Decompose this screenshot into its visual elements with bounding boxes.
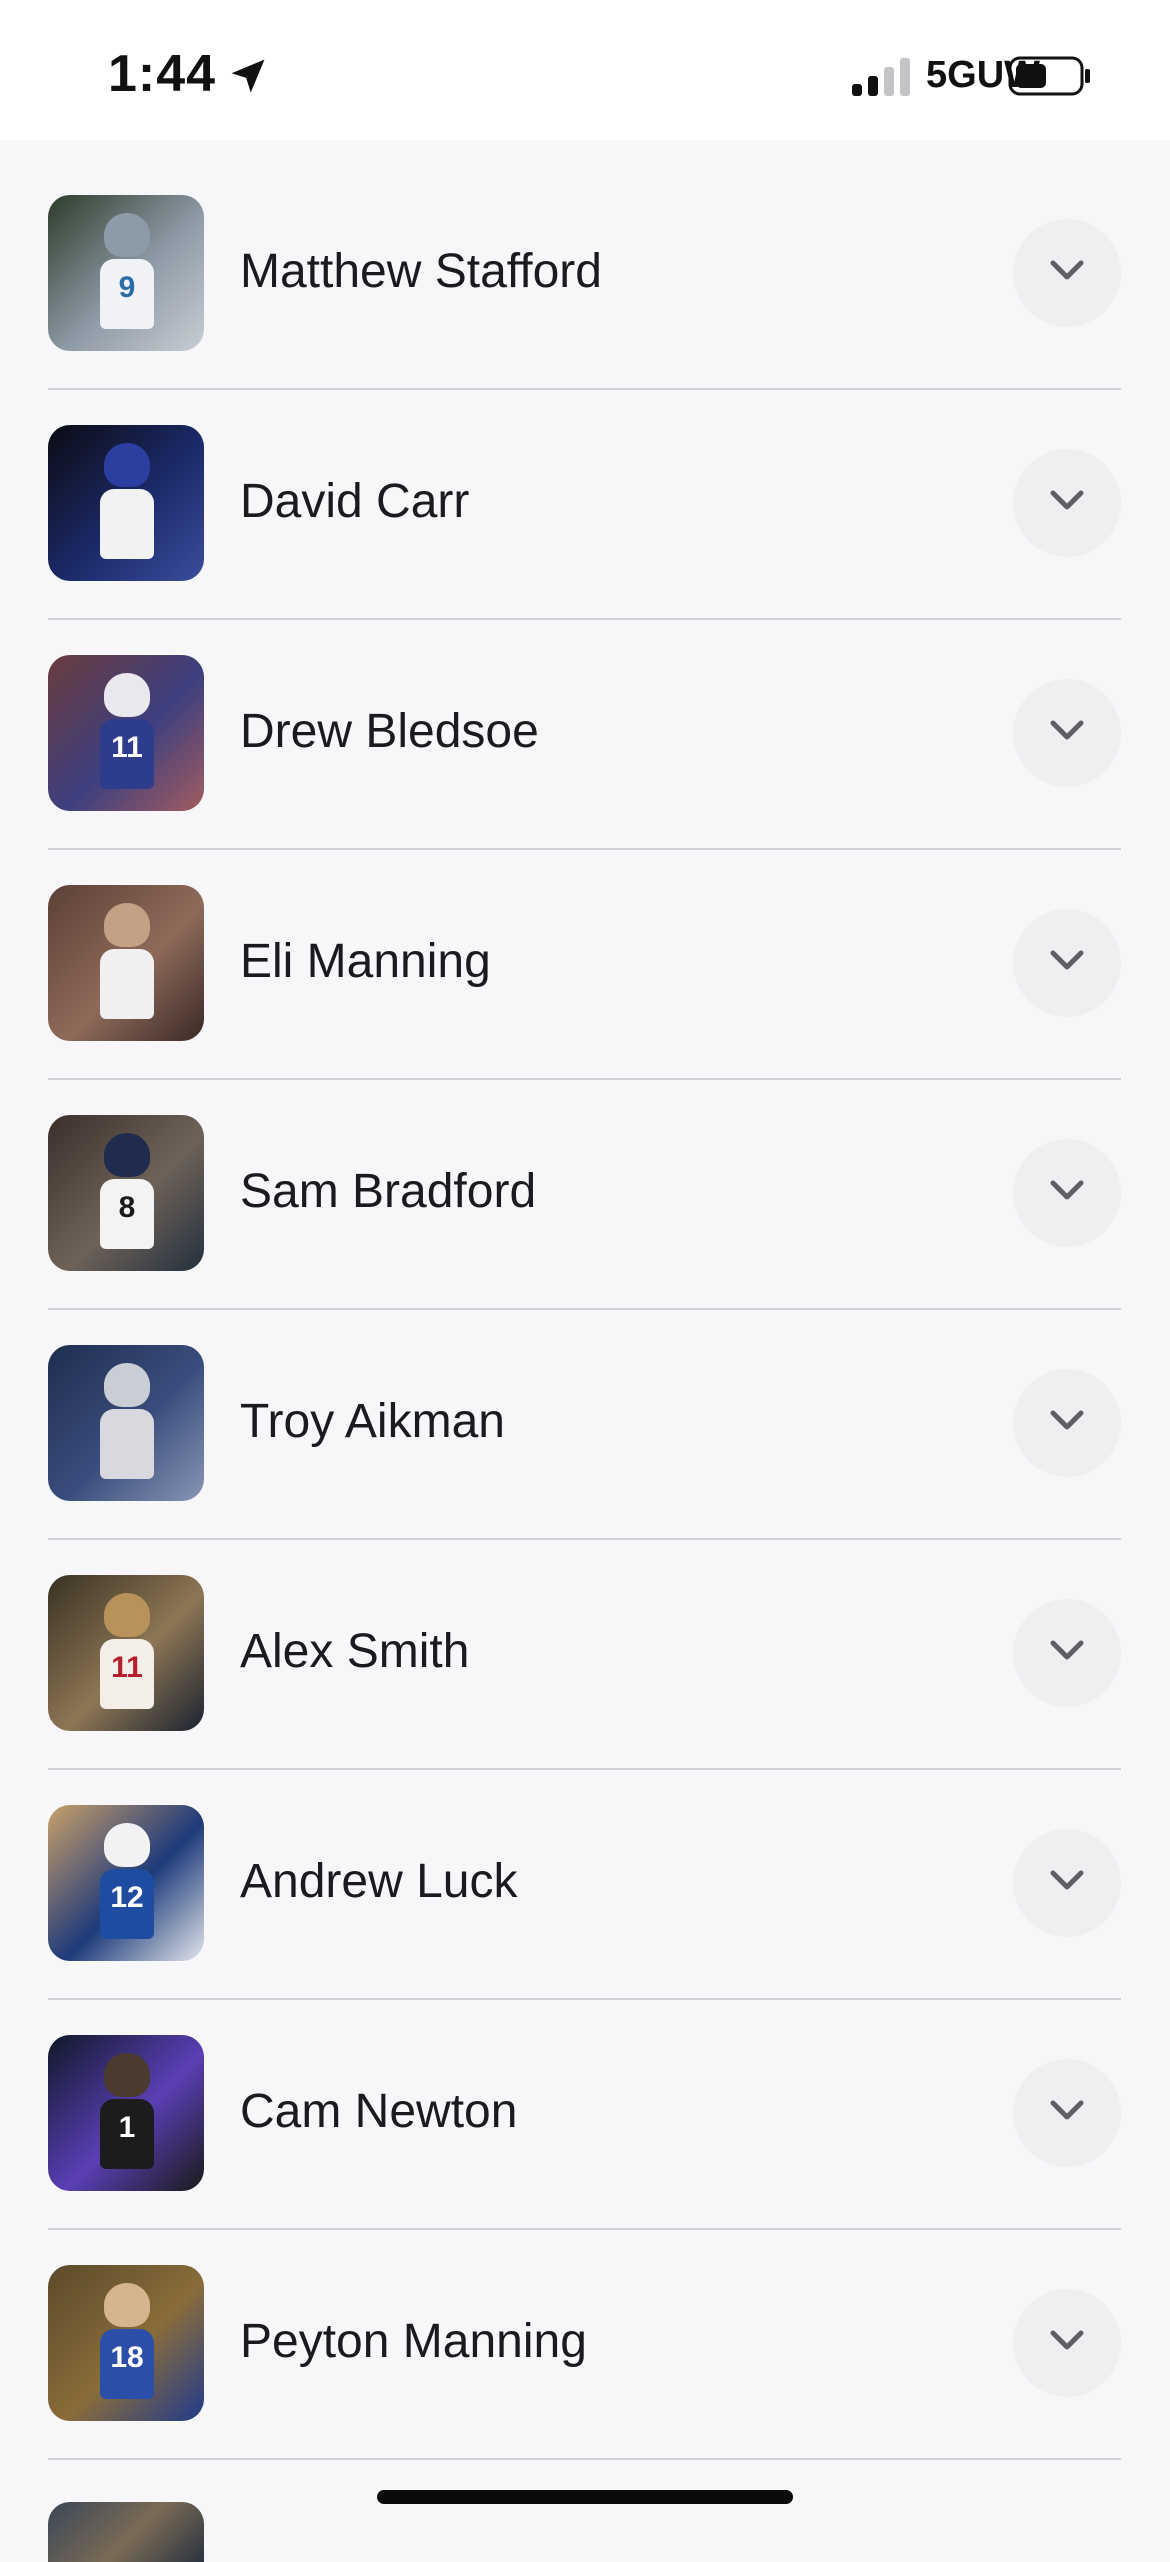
- player-photo: 11: [48, 1575, 204, 1731]
- player-photo: 18: [48, 2265, 204, 2421]
- chevron-down-icon: [1050, 1640, 1084, 1660]
- jersey-number: 18: [110, 2341, 144, 2374]
- jersey-shape: [100, 1409, 154, 1479]
- jersey-number: 11: [111, 731, 143, 764]
- jersey-shape: [100, 489, 154, 559]
- expand-button[interactable]: [1013, 219, 1121, 327]
- expand-button[interactable]: [1013, 679, 1121, 787]
- helmet-shape: [104, 213, 150, 257]
- expand-button[interactable]: [1013, 449, 1121, 557]
- player-name: Eli Manning: [240, 935, 491, 988]
- player-row[interactable]: 9 Matthew Stafford: [0, 140, 1170, 390]
- player-row[interactable]: Eli Manning: [0, 830, 1170, 1080]
- chevron-down-icon: [1050, 720, 1084, 740]
- player-row[interactable]: 11 Alex Smith: [0, 1520, 1170, 1770]
- player-photo: [48, 885, 204, 1041]
- helmet-shape: [104, 1823, 150, 1867]
- cellular-signal-icon: [852, 58, 910, 96]
- chevron-down-icon: [1050, 2100, 1084, 2120]
- expand-button[interactable]: [1013, 2289, 1121, 2397]
- player-name: Sam Bradford: [240, 1165, 537, 1218]
- helmet-shape: [104, 1593, 150, 1637]
- jersey-number: 8: [118, 1191, 136, 1224]
- jersey-number: 12: [110, 1881, 144, 1914]
- expand-button[interactable]: [1013, 1369, 1121, 1477]
- player-photo: [48, 2502, 204, 2562]
- player-list: 9 Matthew Stafford David Carr 11 Drew Bled…: [0, 140, 1170, 2460]
- player-row[interactable]: 12 Andrew Luck: [0, 1750, 1170, 2000]
- chevron-down-icon: [1050, 1870, 1084, 1890]
- player-row[interactable]: 8 Sam Bradford: [0, 1060, 1170, 1310]
- battery-icon: [1008, 56, 1090, 96]
- helmet-shape: [104, 2053, 150, 2097]
- player-photo: 11: [48, 655, 204, 811]
- player-name: David Carr: [240, 475, 470, 528]
- jersey-number: 1: [118, 2111, 136, 2144]
- player-name: Cam Newton: [240, 2085, 518, 2138]
- helmet-shape: [104, 673, 150, 717]
- expand-button[interactable]: [1013, 1599, 1121, 1707]
- expand-button[interactable]: [1013, 909, 1121, 1017]
- chevron-down-icon: [1050, 260, 1084, 280]
- player-name: Matthew Stafford: [240, 245, 602, 298]
- player-photo: 12: [48, 1805, 204, 1961]
- player-photo: [48, 1345, 204, 1501]
- helmet-shape: [104, 443, 150, 487]
- player-row[interactable]: 11 Drew Bledsoe: [0, 600, 1170, 850]
- expand-button[interactable]: [1013, 1829, 1121, 1937]
- jersey-number: 9: [118, 271, 136, 304]
- chevron-down-icon: [1050, 490, 1084, 510]
- player-name: Peyton Manning: [240, 2315, 587, 2368]
- status-bar: 1:44 5GUW: [0, 0, 1170, 140]
- player-name: Alex Smith: [240, 1625, 470, 1678]
- expand-button[interactable]: [1013, 2059, 1121, 2167]
- player-name: Troy Aikman: [240, 1395, 505, 1448]
- player-row[interactable]: 18 Peyton Manning: [0, 2210, 1170, 2460]
- player-photo: 9: [48, 195, 204, 351]
- player-row[interactable]: Troy Aikman: [0, 1290, 1170, 1540]
- home-indicator[interactable]: [377, 2490, 793, 2504]
- chevron-down-icon: [1050, 2330, 1084, 2350]
- helmet-shape: [104, 903, 150, 947]
- jersey-number: 11: [111, 1651, 143, 1684]
- player-name: Drew Bledsoe: [240, 705, 539, 758]
- player-photo: [48, 425, 204, 581]
- status-time: 1:44: [108, 45, 217, 103]
- helmet-shape: [104, 1363, 150, 1407]
- player-row[interactable]: David Carr: [0, 370, 1170, 620]
- player-photo: 8: [48, 1115, 204, 1271]
- player-photo: 1: [48, 2035, 204, 2191]
- row-divider: [48, 2458, 1121, 2460]
- player-name: Andrew Luck: [240, 1855, 518, 1908]
- player-row[interactable]: 1 Cam Newton: [0, 1980, 1170, 2230]
- chevron-down-icon: [1050, 1410, 1084, 1430]
- chevron-down-icon: [1050, 950, 1084, 970]
- expand-button[interactable]: [1013, 1139, 1121, 1247]
- location-arrow-icon: [231, 59, 265, 93]
- chevron-down-icon: [1050, 1180, 1084, 1200]
- helmet-shape: [104, 2283, 150, 2327]
- helmet-shape: [104, 1133, 150, 1177]
- jersey-shape: [100, 949, 154, 1019]
